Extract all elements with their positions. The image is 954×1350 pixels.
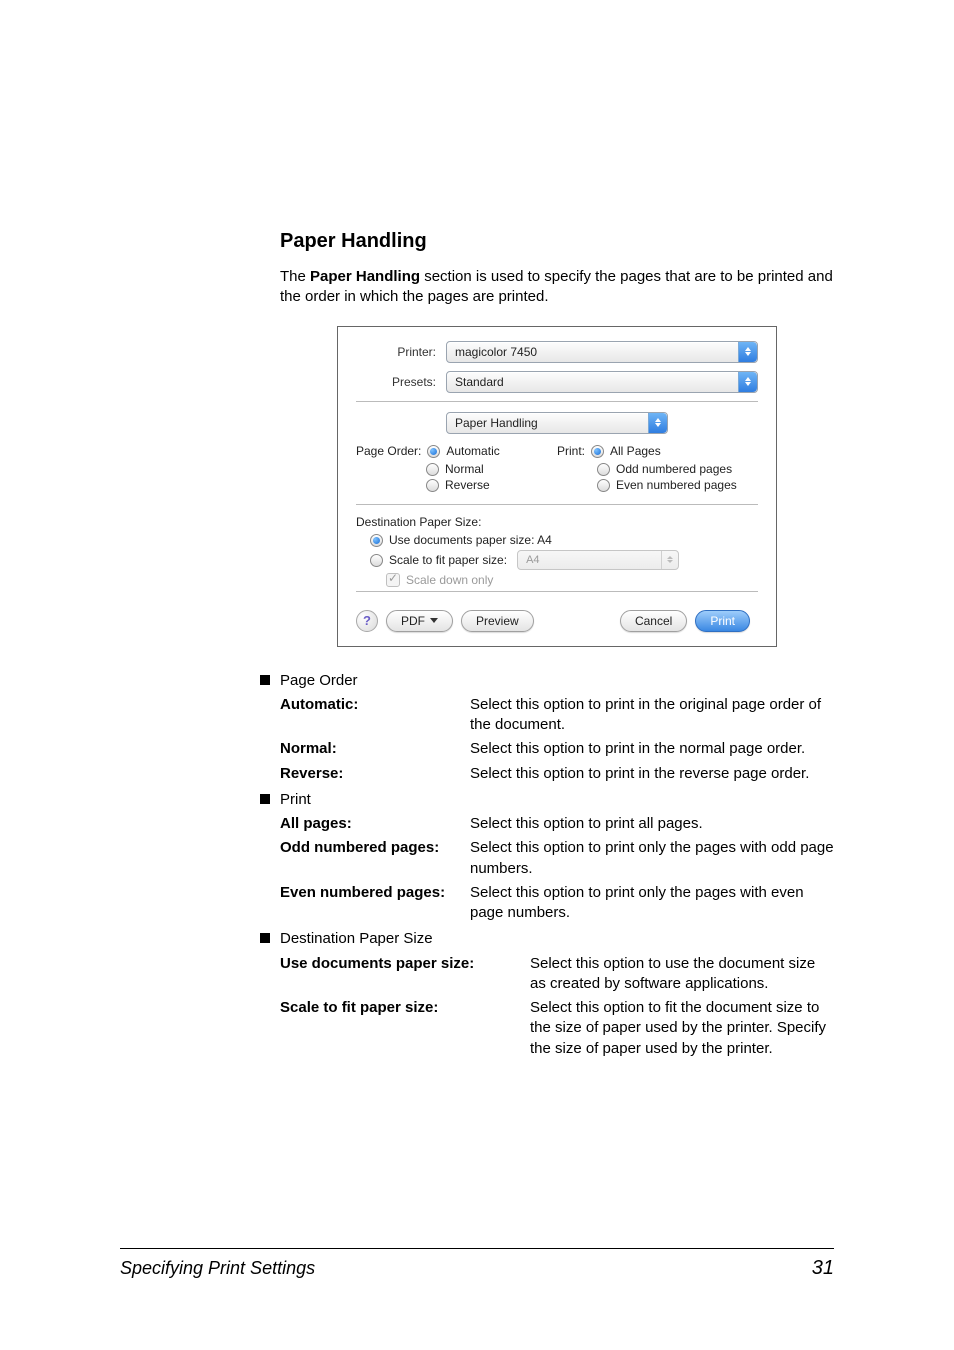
printer-select-value: magicolor 7450 xyxy=(447,345,738,359)
colon: : xyxy=(338,765,343,782)
intro-prefix: The xyxy=(280,268,310,285)
scale-fit-select: A4 xyxy=(517,550,679,570)
bullet-icon xyxy=(260,794,270,804)
radio-scale-fit-label: Scale to fit paper size: xyxy=(389,553,507,567)
panel-select[interactable]: Paper Handling xyxy=(446,412,668,434)
chevron-updown-icon xyxy=(738,372,757,392)
page-footer: Specifying Print Settings 31 xyxy=(120,1248,834,1280)
colon: : xyxy=(440,884,445,901)
term-automatic: Automatic xyxy=(280,696,353,713)
desc-use-doc-size: Select this option to use the document s… xyxy=(530,954,834,995)
intro-paragraph: The Paper Handling section is used to sp… xyxy=(280,267,834,308)
printer-select[interactable]: magicolor 7450 xyxy=(446,341,758,363)
term-even-pages: Even numbered pages xyxy=(280,884,440,901)
footer-page-number: 31 xyxy=(812,1257,834,1280)
radio-normal[interactable] xyxy=(426,463,439,476)
colon: : xyxy=(332,740,337,757)
radio-reverse[interactable] xyxy=(426,479,439,492)
term-scale-fit: Scale to fit paper size xyxy=(280,999,433,1016)
radio-odd-pages[interactable] xyxy=(597,463,610,476)
colon: : xyxy=(469,955,474,972)
destination-bullet: Destination Paper Size xyxy=(280,929,433,949)
preview-button[interactable]: Preview xyxy=(461,610,534,632)
presets-label: Presets: xyxy=(356,375,436,389)
chevron-updown-icon xyxy=(661,551,678,569)
radio-use-doc-size[interactable] xyxy=(370,534,383,547)
page-order-bullet: Page Order xyxy=(280,671,358,691)
chevron-updown-icon xyxy=(738,342,757,362)
colon: : xyxy=(347,815,352,832)
radio-even-pages[interactable] xyxy=(597,479,610,492)
colon: : xyxy=(353,696,358,713)
radio-even-pages-label: Even numbered pages xyxy=(616,478,737,492)
destination-paper-size-title: Destination Paper Size: xyxy=(356,515,758,529)
radio-normal-label: Normal xyxy=(445,462,484,476)
checkbox-scale-down-only-label: Scale down only xyxy=(406,573,493,587)
printer-label: Printer: xyxy=(356,345,436,359)
term-use-doc-size: Use documents paper size xyxy=(280,955,469,972)
panel-select-value: Paper Handling xyxy=(447,416,648,430)
checkbox-scale-down-only xyxy=(386,573,400,587)
colon: : xyxy=(433,999,438,1016)
radio-all-pages[interactable] xyxy=(591,445,604,458)
desc-all-pages: Select this option to print all pages. xyxy=(470,814,834,834)
intro-bold: Paper Handling xyxy=(310,268,420,285)
radio-automatic[interactable] xyxy=(427,445,440,458)
footer-title: Specifying Print Settings xyxy=(120,1258,812,1279)
pdf-button[interactable]: PDF xyxy=(386,610,453,632)
colon: : xyxy=(434,839,439,856)
section-heading: Paper Handling xyxy=(280,230,834,253)
chevron-updown-icon xyxy=(648,413,667,433)
desc-scale-fit: Select this option to fit the document s… xyxy=(530,998,834,1059)
term-normal: Normal xyxy=(280,740,332,757)
print-button[interactable]: Print xyxy=(695,610,750,632)
desc-automatic: Select this option to print in the origi… xyxy=(470,695,834,736)
scale-fit-select-value: A4 xyxy=(518,554,661,566)
desc-odd-pages: Select this option to print only the pag… xyxy=(470,838,834,879)
desc-normal: Select this option to print in the norma… xyxy=(470,739,834,759)
help-button[interactable]: ? xyxy=(356,610,378,632)
pdf-button-label: PDF xyxy=(401,614,425,628)
radio-scale-fit[interactable] xyxy=(370,554,383,567)
radio-use-doc-size-label: Use documents paper size: A4 xyxy=(389,533,552,547)
bullet-icon xyxy=(260,675,270,685)
print-label: Print: xyxy=(557,444,585,458)
presets-select-value: Standard xyxy=(447,375,738,389)
print-dialog: Printer: magicolor 7450 Presets: Standar… xyxy=(337,326,777,647)
radio-all-pages-label: All Pages xyxy=(610,444,661,458)
presets-select[interactable]: Standard xyxy=(446,371,758,393)
desc-even-pages: Select this option to print only the pag… xyxy=(470,883,834,924)
cancel-button[interactable]: Cancel xyxy=(620,610,687,632)
radio-odd-pages-label: Odd numbered pages xyxy=(616,462,732,476)
chevron-down-icon xyxy=(430,618,438,623)
desc-reverse: Select this option to print in the rever… xyxy=(470,764,834,784)
term-all-pages: All pages xyxy=(280,815,347,832)
radio-automatic-label: Automatic xyxy=(446,444,499,458)
term-odd-pages: Odd numbered pages xyxy=(280,839,434,856)
term-reverse: Reverse xyxy=(280,765,338,782)
radio-reverse-label: Reverse xyxy=(445,478,490,492)
print-bullet: Print xyxy=(280,790,311,810)
bullet-icon xyxy=(260,933,270,943)
page-order-label: Page Order: xyxy=(356,444,421,458)
